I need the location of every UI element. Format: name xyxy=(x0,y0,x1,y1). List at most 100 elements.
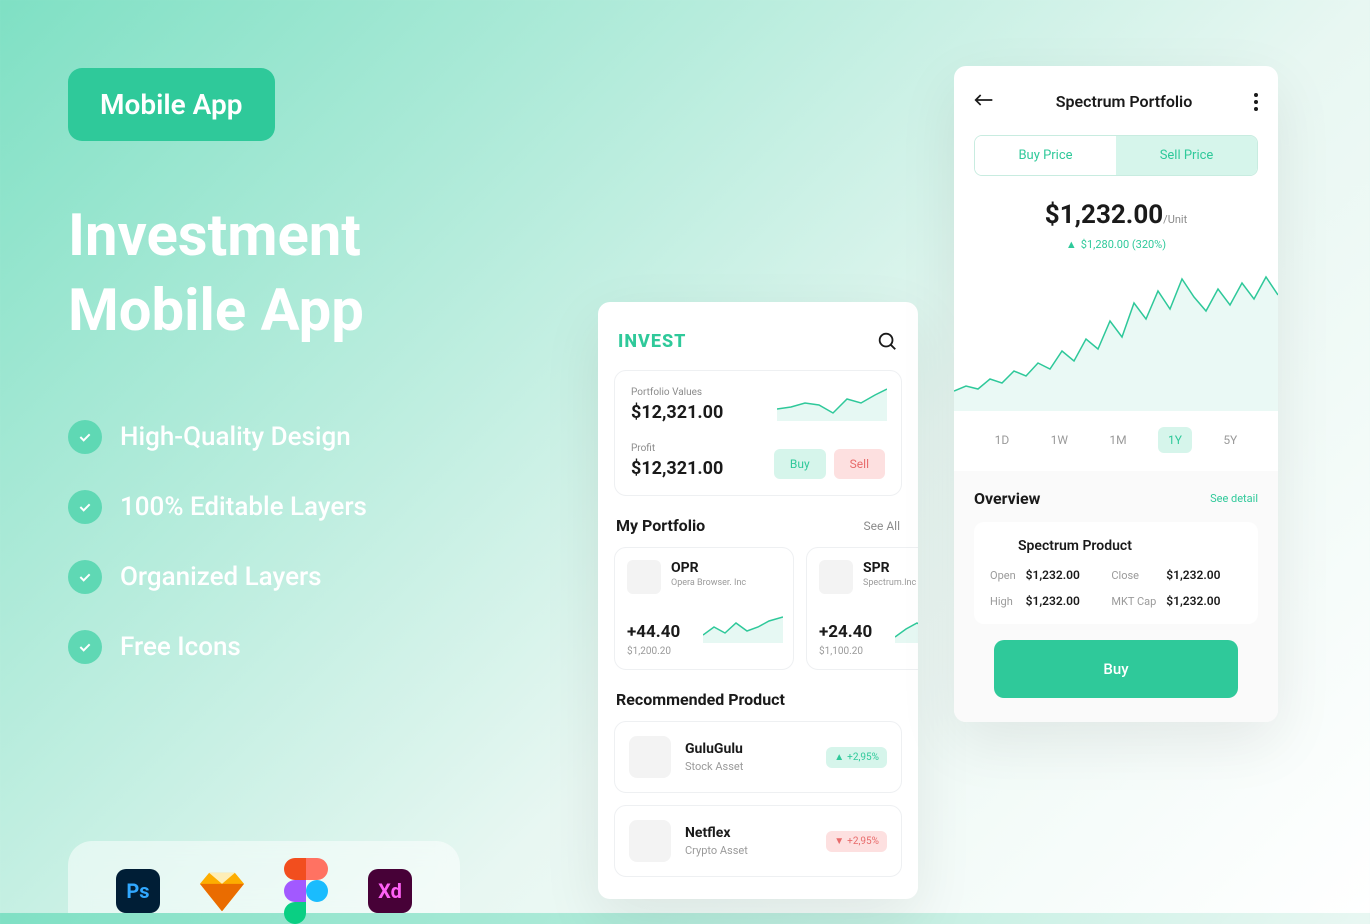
recommended-item[interactable]: GuluGulu Stock Asset ▲ +2,95% xyxy=(614,721,902,793)
page-title: Spectrum Portfolio xyxy=(1056,92,1193,111)
change-percent: +2,95% xyxy=(847,752,879,763)
app-logo: INVEST xyxy=(618,331,686,352)
time-tab-5y[interactable]: 5Y xyxy=(1213,427,1247,453)
see-all-link[interactable]: See All xyxy=(864,519,901,533)
product-name: GuluGulu xyxy=(685,741,812,757)
price-type-tabs: Buy Price Sell Price xyxy=(974,135,1258,176)
xd-icon: Xd xyxy=(368,869,412,913)
portfolio-value-card: Portfolio Values $12,321.00 Profit $12,3… xyxy=(614,370,902,496)
portfolio-card[interactable]: OPR Opera Browser. Inc +44.40 $1,200.20 xyxy=(614,547,794,670)
portfolio-sparkline xyxy=(777,385,887,421)
overview-card: Spectrum Product Open $1,232.00 Close $1… xyxy=(974,522,1258,624)
tab-sell-price[interactable]: Sell Price xyxy=(1116,136,1257,175)
my-portfolio-header: My Portfolio See All xyxy=(598,496,918,547)
overview-title: Overview xyxy=(974,489,1040,508)
feature-item: Organized Layers xyxy=(68,560,508,594)
asset-sparkline xyxy=(895,613,918,643)
stat-close-label: Close xyxy=(1111,569,1156,582)
figma-icon xyxy=(284,869,328,913)
stat-open-label: Open xyxy=(990,569,1016,582)
overview-section: Overview See detail Spectrum Product Ope… xyxy=(954,471,1278,722)
stat-close-value: $1,232.00 xyxy=(1166,568,1242,582)
feature-label: 100% Editable Layers xyxy=(120,492,367,522)
promo-panel: Mobile App Investment Mobile App High-Qu… xyxy=(68,68,508,700)
check-icon xyxy=(68,560,102,594)
stat-high-value: $1,232.00 xyxy=(1026,594,1102,608)
sell-button[interactable]: Sell xyxy=(834,449,885,479)
time-tab-1m[interactable]: 1M xyxy=(1099,427,1136,453)
price-unit: /Unit xyxy=(1163,213,1187,226)
stat-mktcap-value: $1,232.00 xyxy=(1166,594,1242,608)
tab-buy-price[interactable]: Buy Price xyxy=(975,136,1116,175)
detail-header: Spectrum Portfolio xyxy=(954,66,1278,129)
see-detail-link[interactable]: See detail xyxy=(1210,492,1258,505)
my-portfolio-title: My Portfolio xyxy=(616,516,705,535)
change-badge-up: ▲ +2,95% xyxy=(826,747,887,768)
feature-label: Free Icons xyxy=(120,632,241,662)
arrow-up-icon: ▲ xyxy=(834,752,844,763)
asset-value: $1,100.20 xyxy=(819,646,918,657)
recommended-title: Recommended Product xyxy=(616,690,785,709)
unit-price: $1,232.00 xyxy=(1045,200,1163,230)
asset-sparkline xyxy=(703,613,783,643)
product-logo-icon xyxy=(629,820,671,862)
buy-button[interactable]: Buy xyxy=(774,449,826,479)
promo-title-line2: Mobile App xyxy=(68,274,508,349)
time-range-tabs: 1D 1W 1M 1Y 5Y xyxy=(954,415,1278,471)
check-icon xyxy=(68,630,102,664)
time-tab-1w[interactable]: 1W xyxy=(1041,427,1078,453)
promo-title: Investment Mobile App xyxy=(68,199,508,350)
buy-action-button[interactable]: Buy xyxy=(994,640,1238,698)
asset-company: Opera Browser. Inc xyxy=(671,578,746,588)
check-icon xyxy=(68,490,102,524)
recommended-item[interactable]: Netflex Crypto Asset ▼ +2,95% xyxy=(614,805,902,877)
check-icon xyxy=(68,420,102,454)
stat-mktcap-label: MKT Cap xyxy=(1111,595,1156,608)
feature-item: 100% Editable Layers xyxy=(68,490,508,524)
more-icon[interactable] xyxy=(1254,93,1258,111)
back-icon[interactable] xyxy=(974,92,994,111)
time-tab-1y[interactable]: 1Y xyxy=(1158,427,1192,453)
stat-open-value: $1,232.00 xyxy=(1026,568,1102,582)
asset-value: $1,200.20 xyxy=(627,646,781,657)
app-header: INVEST xyxy=(598,302,918,370)
product-type: Stock Asset xyxy=(685,760,812,773)
product-type: Crypto Asset xyxy=(685,844,812,857)
sketch-icon xyxy=(200,869,244,913)
change-percent: +2,95% xyxy=(847,836,879,847)
feature-list: High-Quality Design 100% Editable Layers… xyxy=(68,420,508,664)
tool-icons-bar: Ps Xd xyxy=(68,841,460,913)
arrow-up-icon: ▲ xyxy=(1066,238,1077,251)
profit-amount: $12,321.00 xyxy=(631,458,723,479)
portfolio-cards-row: OPR Opera Browser. Inc +44.40 $1,200.20 … xyxy=(598,547,918,670)
portfolio-card[interactable]: SPR Spectrum.Inc +24.40 $1,100.20 xyxy=(806,547,918,670)
product-name: Netflex xyxy=(685,825,812,841)
product-logo-icon xyxy=(629,736,671,778)
price-delta: ▲ $1,280.00 (320%) xyxy=(954,238,1278,251)
asset-logo-icon xyxy=(819,560,853,594)
overview-product-name: Spectrum Product xyxy=(990,538,1242,554)
promo-title-line1: Investment xyxy=(68,199,508,274)
stat-high-label: High xyxy=(990,595,1016,608)
price-chart xyxy=(954,261,1278,411)
feature-item: High-Quality Design xyxy=(68,420,508,454)
asset-logo-icon xyxy=(627,560,661,594)
arrow-down-icon: ▼ xyxy=(834,836,844,847)
mobile-app-badge: Mobile App xyxy=(68,68,275,141)
feature-label: High-Quality Design xyxy=(120,422,351,452)
photoshop-icon: Ps xyxy=(116,869,160,913)
change-badge-down: ▼ +2,95% xyxy=(826,831,887,852)
asset-symbol: OPR xyxy=(671,560,746,576)
price-display: $1,232.00/Unit ▲ $1,280.00 (320%) xyxy=(954,200,1278,251)
recommended-header: Recommended Product xyxy=(598,670,918,721)
asset-symbol: SPR xyxy=(863,560,916,576)
price-delta-text: $1,280.00 (320%) xyxy=(1081,238,1166,251)
feature-label: Organized Layers xyxy=(120,562,322,592)
search-icon[interactable] xyxy=(876,330,898,352)
feature-item: Free Icons xyxy=(68,630,508,664)
phone-screen-detail: Spectrum Portfolio Buy Price Sell Price … xyxy=(954,66,1278,722)
recommended-list: GuluGulu Stock Asset ▲ +2,95% Netflex Cr… xyxy=(598,721,918,877)
phone-screen-home: INVEST Portfolio Values $12,321.00 Profi… xyxy=(598,302,918,899)
time-tab-1d[interactable]: 1D xyxy=(985,427,1020,453)
profit-label: Profit xyxy=(631,443,723,454)
